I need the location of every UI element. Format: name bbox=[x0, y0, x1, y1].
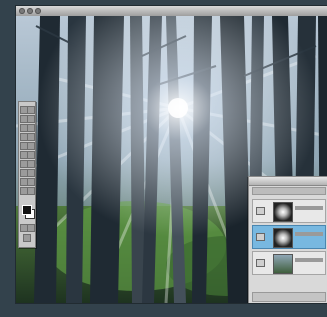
eye-icon[interactable] bbox=[256, 207, 265, 215]
shape-tool-icon[interactable] bbox=[27, 178, 35, 186]
layer-name bbox=[295, 206, 323, 210]
screen-mode-icon[interactable] bbox=[23, 234, 31, 242]
layer-row-selected[interactable] bbox=[252, 225, 326, 249]
slice-tool-icon[interactable] bbox=[27, 124, 35, 132]
dodge-tool-icon[interactable] bbox=[27, 160, 35, 168]
image-editor-window bbox=[16, 6, 327, 303]
layer-thumbnail bbox=[273, 228, 293, 248]
eye-icon[interactable] bbox=[256, 233, 265, 241]
brush-tool-icon[interactable] bbox=[27, 133, 35, 141]
minimize-button[interactable] bbox=[27, 8, 33, 14]
desktop-background bbox=[0, 0, 327, 317]
magic-wand-tool-icon[interactable] bbox=[27, 115, 35, 123]
layer-thumbnail bbox=[273, 254, 293, 274]
layer-row[interactable] bbox=[252, 251, 326, 275]
quick-mask-mode-icon[interactable] bbox=[27, 224, 35, 232]
gradient-tool-icon[interactable] bbox=[27, 151, 35, 159]
layers-panel bbox=[248, 176, 327, 303]
layers-panel-titlebar[interactable] bbox=[249, 177, 327, 186]
move-tool-icon[interactable] bbox=[27, 106, 35, 114]
layers-panel-tabs[interactable] bbox=[252, 187, 326, 195]
layer-row[interactable] bbox=[252, 199, 326, 223]
zoom-tool-icon[interactable] bbox=[27, 187, 35, 195]
layer-name bbox=[295, 258, 323, 262]
foreground-color-swatch[interactable] bbox=[22, 205, 32, 215]
type-tool-icon[interactable] bbox=[27, 169, 35, 177]
layer-name bbox=[295, 232, 323, 236]
image-canvas[interactable] bbox=[16, 16, 327, 303]
eye-icon[interactable] bbox=[256, 259, 265, 267]
tools-palette bbox=[18, 101, 36, 248]
history-brush-tool-icon[interactable] bbox=[27, 142, 35, 150]
close-button[interactable] bbox=[19, 8, 25, 14]
layer-thumbnail bbox=[273, 202, 293, 222]
zoom-button[interactable] bbox=[35, 8, 41, 14]
layers-panel-buttons[interactable] bbox=[252, 292, 326, 302]
